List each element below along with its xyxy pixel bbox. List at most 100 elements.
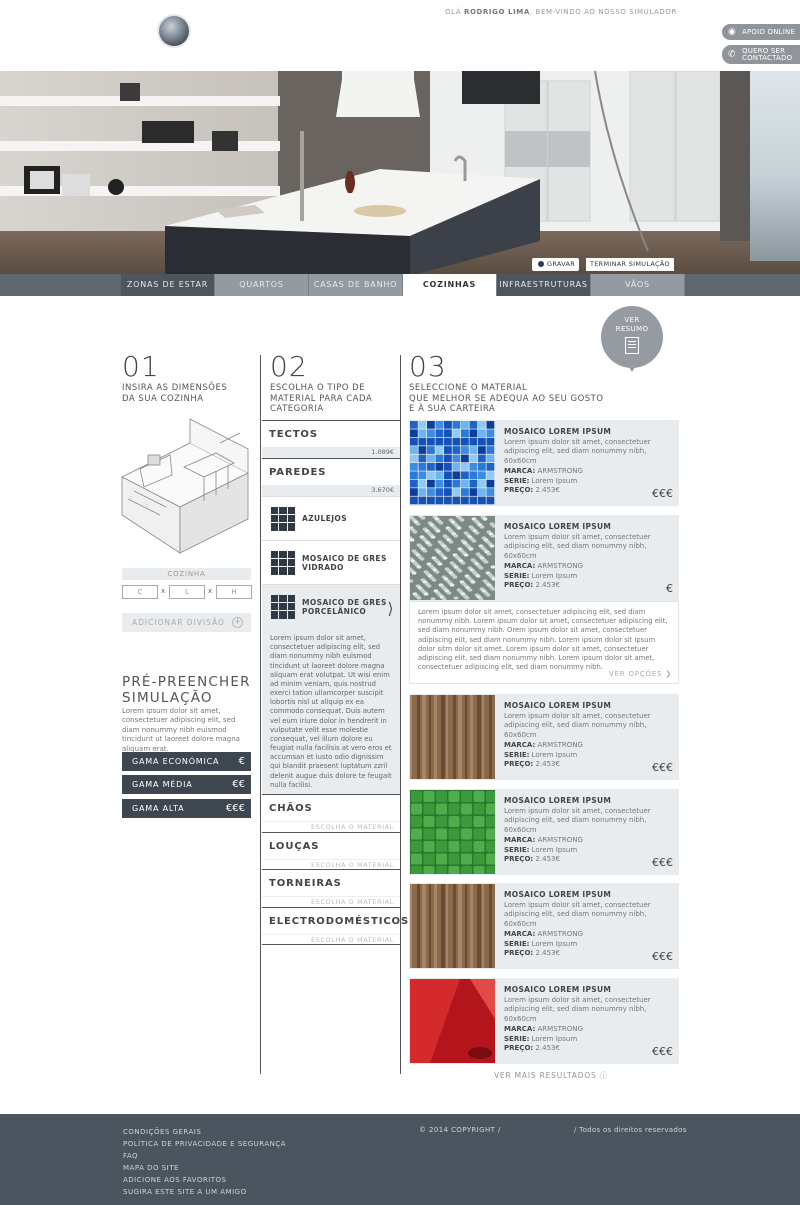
footer-link-privacy[interactable]: POLÍTICA DE PRIVACIDADE E SEGURANÇA	[123, 1138, 286, 1150]
record-button[interactable]: GRAVAR	[532, 258, 580, 271]
length-l-input[interactable]: L	[169, 585, 205, 599]
economic-range-button[interactable]: GAMA ECONÓMICA €	[122, 752, 251, 771]
support-online-label: APOIO ONLINE	[742, 28, 796, 36]
see-options-label: VER OPÇÕES	[609, 669, 663, 678]
product-info: MOSAICO LOREM IPSUM Lorem ipsum dolor sit…	[504, 796, 676, 865]
tiles-icon	[271, 550, 295, 575]
product-image[interactable]	[410, 884, 495, 968]
product-price: PREÇO: 2.453€	[504, 486, 676, 496]
product-card[interactable]: MOSAICO LOREM IPSUM Lorem ipsum dolor sit…	[409, 883, 679, 969]
expanded-text: Lorem ipsum dolor sit amet, consectetuer…	[418, 608, 668, 672]
prefill-title-line1: PRÉ-PREENCHER	[122, 674, 251, 690]
kitchen-hero-image	[0, 71, 800, 296]
product-card[interactable]: MOSAICO LOREM IPSUM Lorem ipsum dolor sit…	[409, 420, 679, 506]
phone-icon: ✆	[728, 48, 736, 59]
euro-rating-icon: €€€	[225, 803, 245, 814]
logo[interactable]	[159, 16, 189, 46]
material-mosaico-gres-vidrado[interactable]: MOSAICO DE GRES VIDRADO	[262, 540, 400, 584]
step3-desc-line3: E À SUA CARTEIRA	[409, 404, 496, 415]
dimension-separator: x	[161, 587, 166, 595]
footer-link-recommend[interactable]: SUGIRA ESTE SITE A UM AMIGO	[123, 1186, 286, 1198]
contact-request-button[interactable]: ✆ QUERO SER CONTACTADO	[722, 45, 800, 64]
material-azulejos[interactable]: AZULEJOS	[262, 496, 400, 540]
length-c-input[interactable]: C	[122, 585, 158, 599]
tab-casas-de-banho[interactable]: CASAS DE BANHO	[309, 274, 403, 296]
price-value: 2.453€	[535, 581, 560, 590]
category-torneiras[interactable]: TORNEIRAS ESCOLHA O MATERIAL	[262, 869, 400, 906]
product-card[interactable]: MOSAICO LOREM IPSUM Lorem ipsum dolor sit…	[409, 978, 679, 1064]
brand-label: MARCA:	[504, 466, 536, 475]
category-paredes[interactable]: PAREDES 3.670€	[262, 458, 400, 496]
category-price: 3.670€	[262, 485, 400, 496]
product-card[interactable]: MOSAICO LOREM IPSUM Lorem ipsum dolor sit…	[409, 694, 679, 780]
product-card[interactable]: MOSAICO LOREM IPSUM Lorem ipsum dolor sit…	[407, 514, 679, 601]
user-name[interactable]: RODRIGO LIMA	[464, 8, 530, 16]
product-brand: MARCA: ARMSTRONG	[504, 467, 676, 477]
step1-description: INSIRA AS DIMENSÕES DA SUA COZINHA	[122, 383, 227, 404]
support-online-button[interactable]: ◉ APOIO ONLINE	[722, 24, 800, 40]
brand-label: MARCA:	[504, 1024, 536, 1033]
category-electrodomesticos[interactable]: ELECTRODOMÉSTICOS ESCOLHA O MATERIAL	[262, 907, 410, 945]
brand-value: ARMSTRONG	[537, 835, 583, 844]
footer-link-faq[interactable]: FAQ	[123, 1150, 286, 1162]
category-title: LOUÇAS	[269, 841, 320, 852]
price-value: 2.453€	[535, 486, 560, 495]
see-more-label: VER MAIS RESULTADOS	[494, 1071, 597, 1080]
see-more-results-link[interactable]: VER MAIS RESULTADOS ⓘ	[494, 1070, 608, 1081]
product-name: MOSAICO LOREM IPSUM	[504, 427, 612, 436]
category-title: CHÃOS	[269, 803, 313, 814]
euro-rating-icon: €€€	[652, 487, 673, 500]
tab-zonas-de-estar[interactable]: ZONAS DE ESTAR	[121, 274, 215, 296]
product-image[interactable]	[410, 695, 495, 779]
tiles-icon	[271, 506, 295, 531]
product-image[interactable]	[410, 979, 495, 1063]
footer-link-sitemap[interactable]: MAPA DO SITE	[123, 1162, 286, 1174]
view-summary-button[interactable]: VER RESUMO	[601, 306, 663, 372]
product-image[interactable]	[410, 421, 495, 505]
series-label: SERIE:	[504, 845, 530, 854]
high-range-button[interactable]: GAMA ALTA €€€	[122, 799, 251, 818]
step3-number: 03	[409, 350, 447, 383]
chevron-right-icon: ⟩	[387, 599, 394, 618]
end-simulation-button[interactable]: TERMINAR SIMULAÇÃO	[586, 258, 674, 271]
category-chaos[interactable]: CHÃOS ESCOLHA O MATERIAL	[262, 794, 400, 831]
medium-range-button[interactable]: GAMA MÉDIA €€	[122, 775, 251, 794]
series-value: Lorem Ipsum	[531, 939, 578, 948]
product-name: MOSAICO LOREM IPSUM	[504, 522, 612, 531]
footer-link-terms[interactable]: CONDIÇÕES GERAIS	[123, 1126, 286, 1138]
material-label-line2: VIDRADO	[302, 562, 344, 572]
chat-icon: ◉	[728, 27, 737, 37]
series-value: Lorem Ipsum	[531, 571, 578, 580]
tab-infraestruturas[interactable]: INFRAESTRUTURAS	[497, 274, 591, 296]
see-options-link[interactable]: VER OPÇÕES ❯	[609, 670, 672, 679]
brand-value: ARMSTRONG	[537, 1024, 583, 1033]
footer-link-favorites[interactable]: ADICIONE AOS FAVORITOS	[123, 1174, 286, 1186]
prefill-title: PRÉ-PREENCHER SIMULAÇÃO	[122, 674, 251, 706]
product-price: PREÇO: 2.453€	[504, 855, 676, 865]
product-description: Lorem ipsum dolor sit amet, consectetuer…	[504, 532, 651, 561]
product-description: Lorem ipsum dolor sit amet, consectetuer…	[504, 711, 651, 740]
add-division-button[interactable]: ADICIONAR DIVISÃO +	[122, 613, 251, 632]
category-title: ELECTRODOMÉSTICOS	[269, 916, 410, 927]
category-tectos[interactable]: TECTOS 1.089€	[262, 420, 400, 458]
category-hint: ESCOLHA O MATERIAL	[262, 859, 400, 869]
tab-quartos[interactable]: QUARTOS	[215, 274, 309, 296]
product-description: Lorem ipsum dolor sit amet, consectetuer…	[504, 900, 651, 929]
product-image[interactable]	[407, 514, 497, 601]
step1-number: 01	[122, 350, 160, 383]
series-label: SERIE:	[504, 571, 530, 580]
summary-line1: VER	[624, 316, 640, 324]
height-h-input[interactable]: H	[216, 585, 252, 599]
product-card[interactable]: MOSAICO LOREM IPSUM Lorem ipsum dolor sit…	[409, 789, 679, 877]
tab-vaos[interactable]: VÃOS	[591, 274, 685, 296]
tab-cozinhas[interactable]: COZINHAS	[403, 274, 497, 296]
material-mosaico-gres-porcelanico[interactable]: MOSAICO DE GRES PORCELÂNICO ⟩	[262, 584, 400, 628]
material-label: AZULEJOS	[302, 514, 348, 523]
product-name: MOSAICO LOREM IPSUM	[504, 890, 612, 899]
kitchen-3d-plan	[120, 415, 252, 561]
brand-label: MARCA:	[504, 740, 536, 749]
product-brand: MARCA: ARMSTRONG	[504, 1025, 676, 1035]
material-label: MOSAICO DE GRES PORCELÂNICO	[302, 598, 387, 616]
category-loucas[interactable]: LOUÇAS ESCOLHA O MATERIAL	[262, 832, 400, 869]
product-image[interactable]	[410, 790, 497, 877]
